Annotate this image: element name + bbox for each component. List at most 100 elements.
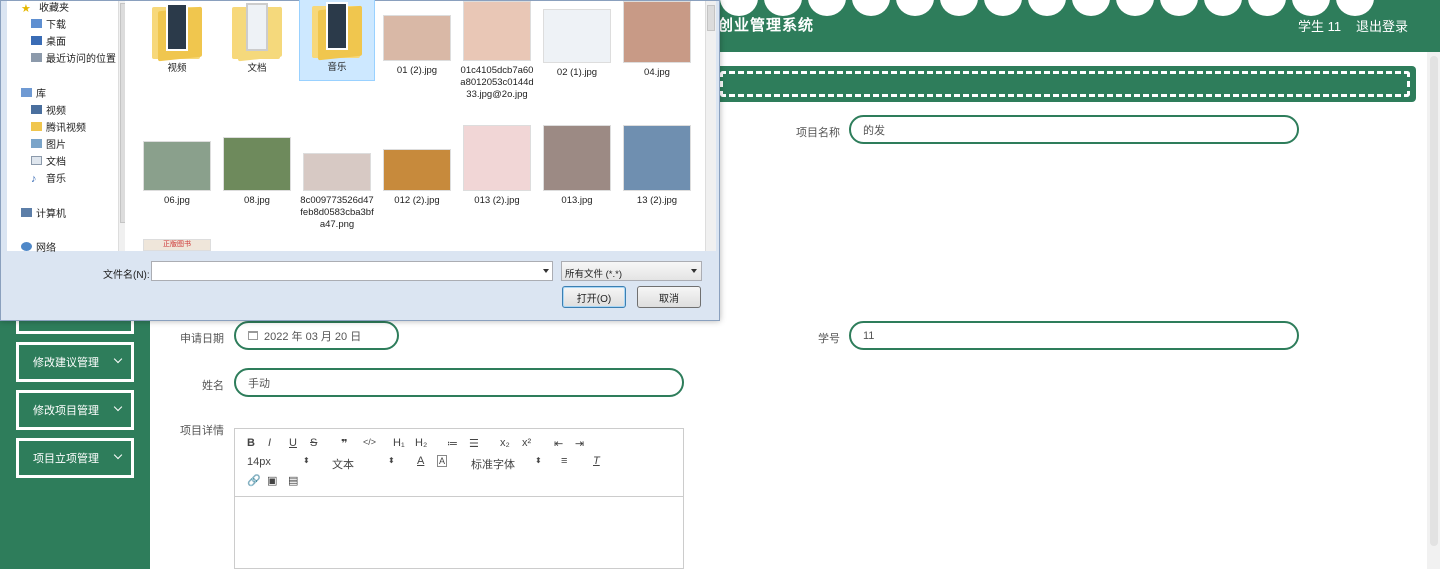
nav-documents[interactable]: 文档 (31, 153, 66, 168)
dialog-nav-pane: ★ 收藏夹 下载 桌面 最近访问的位置 库 视频 腾讯视频 图片 文档 ♪ 音乐 计… (7, 0, 129, 254)
filetype-select[interactable]: 所有文件 (*.*) (561, 261, 702, 281)
image-thumbnail (623, 1, 691, 63)
image-thumbnail (543, 9, 611, 63)
name-input[interactable]: 手动 (234, 368, 684, 397)
filename-label: 文件名(N): (103, 270, 150, 281)
file-item-image[interactable]: 06.jpg (139, 141, 215, 207)
link-icon[interactable]: 🔗 (247, 474, 261, 487)
font-color-icon[interactable]: A (417, 455, 424, 467)
font-size-select[interactable]: 14px (247, 456, 271, 468)
image-thumbnail (383, 15, 451, 61)
nav-tencent-video[interactable]: 腾讯视频 (31, 119, 86, 134)
file-item-image[interactable]: 012 (2).jpg (379, 149, 455, 207)
music-icon: ♪ (31, 173, 37, 185)
sidebar-item-project-manage[interactable]: 修改项目管理 (16, 390, 134, 430)
pictures-icon (31, 139, 42, 148)
file-item-image[interactable]: 02 (1).jpg (539, 9, 615, 79)
nav-desktop[interactable]: 桌面 (31, 33, 66, 48)
chevron-down-icon[interactable] (543, 269, 549, 273)
nav-recent[interactable]: 最近访问的位置 (31, 50, 116, 65)
file-item-image[interactable]: 04.jpg (619, 1, 695, 79)
editor-toolbar: B I U S ❞ </> H₁ H₂ ≔ ☰ x₂ x² ⇤ ⇥ 14px ⬍… (235, 429, 683, 497)
header-scallop-decoration (720, 0, 1374, 16)
chevron-down-icon (113, 450, 123, 460)
rich-text-editor: B I U S ❞ </> H₁ H₂ ≔ ☰ x₂ x² ⇤ ⇥ 14px ⬍… (234, 428, 684, 569)
sidebar-item-label: 修改项目管理 (33, 405, 99, 417)
nav-videos[interactable]: 视频 (31, 102, 66, 117)
image-icon[interactable]: ▣ (267, 474, 277, 487)
outdent-button[interactable]: ⇤ (554, 437, 563, 450)
file-item-image[interactable]: 013.jpg (539, 125, 615, 207)
file-item-image-partial[interactable]: 正版图书 (139, 239, 215, 251)
file-item-image[interactable]: 01c4105dcb7a60a8012053c0144d33.jpg@2o.jp… (459, 1, 535, 101)
indent-button[interactable]: ⇥ (575, 437, 584, 450)
computer-icon (21, 208, 32, 217)
open-button[interactable]: 打开(O) (562, 286, 626, 308)
nav-music[interactable]: ♪ 音乐 (31, 170, 66, 185)
folder-icon (31, 122, 42, 131)
student-id-input[interactable]: 11 (849, 321, 1299, 350)
file-item-folder-documents[interactable]: 文档 (219, 1, 295, 75)
clear-format-icon[interactable]: T (593, 455, 600, 467)
file-item-image[interactable]: 013 (2).jpg (459, 125, 535, 207)
nav-pictures[interactable]: 图片 (31, 136, 66, 151)
video-icon[interactable]: ▤ (288, 474, 298, 487)
library-icon (21, 88, 32, 97)
filetype-value: 所有文件 (*.*) (565, 269, 623, 280)
star-icon: ★ (21, 3, 31, 15)
nav-network[interactable]: 网络 (21, 239, 56, 254)
subscript-button[interactable]: x₂ (500, 437, 510, 449)
documents-icon (31, 156, 42, 165)
chevron-down-icon (691, 269, 697, 273)
project-name-input[interactable]: 的发 (849, 115, 1299, 144)
calendar-icon (248, 331, 258, 340)
name-label: 姓名 (202, 380, 224, 392)
nav-favorites[interactable]: ★ 收藏夹 (21, 0, 69, 15)
file-item-folder-music[interactable]: 音乐 (299, 0, 375, 81)
bold-button[interactable]: B (247, 437, 255, 449)
image-thumbnail: 正版图书 (143, 239, 211, 251)
sidebar-item-label: 修改建议管理 (33, 357, 99, 369)
image-thumbnail (143, 141, 211, 191)
code-block-button[interactable]: </> (363, 437, 376, 447)
file-item-image[interactable]: 01 (2).jpg (379, 15, 455, 77)
sidebar-item-project-approval[interactable]: 项目立项管理 (16, 438, 134, 478)
folder-icon (148, 1, 206, 62)
strike-button[interactable]: S (310, 437, 317, 449)
superscript-button[interactable]: x² (522, 437, 531, 449)
student-id-value: 11 (863, 329, 875, 342)
filename-input[interactable] (151, 261, 553, 281)
network-icon (21, 242, 32, 251)
background-color-icon[interactable]: A (437, 455, 448, 467)
file-list-scrollbar[interactable] (705, 1, 716, 251)
file-item-image[interactable]: 8c009773526d47feb8d0583cba3bfa47.png (299, 153, 375, 231)
blockquote-button[interactable]: ❞ (341, 437, 347, 450)
apply-date-picker[interactable]: 2022 年 03 月 20 日 (234, 321, 399, 350)
ordered-list-button[interactable]: ≔ (447, 437, 458, 450)
sidebar-item-suggestion-manage[interactable]: 修改建议管理 (16, 342, 134, 382)
file-open-dialog: ★ 收藏夹 下载 桌面 最近访问的位置 库 视频 腾讯视频 图片 文档 ♪ 音乐 计… (0, 0, 720, 321)
h2-button[interactable]: H₂ (415, 437, 427, 449)
h1-button[interactable]: H₁ (393, 437, 405, 449)
file-item-image[interactable]: 13 (2).jpg (619, 125, 695, 207)
underline-button[interactable]: U (289, 437, 297, 449)
nav-libraries[interactable]: 库 (21, 85, 46, 100)
bullet-list-button[interactable]: ☰ (469, 437, 479, 450)
text-type-select[interactable]: 文本 (332, 456, 354, 472)
page-banner (714, 66, 1416, 102)
cancel-button[interactable]: 取消 (637, 286, 701, 308)
logout-link[interactable]: 退出登录 (1356, 16, 1408, 35)
text-type-arrows-icon: ⬍ (388, 456, 395, 465)
file-item-image[interactable]: 08.jpg (219, 137, 295, 207)
italic-button[interactable]: I (268, 437, 271, 449)
align-icon[interactable]: ≡ (561, 455, 567, 467)
recent-places-icon (31, 53, 42, 62)
apply-date-value: 2022 年 03 月 20 日 (264, 330, 362, 343)
download-folder-icon (31, 19, 42, 28)
font-family-select[interactable]: 标准字体 (471, 456, 515, 472)
nav-computer[interactable]: 计算机 (21, 205, 66, 220)
file-item-folder-videos[interactable]: 视频 (139, 1, 215, 75)
nav-downloads[interactable]: 下载 (31, 16, 66, 31)
project-name-value: 的发 (863, 124, 885, 137)
page-scrollbar[interactable] (1427, 52, 1440, 569)
